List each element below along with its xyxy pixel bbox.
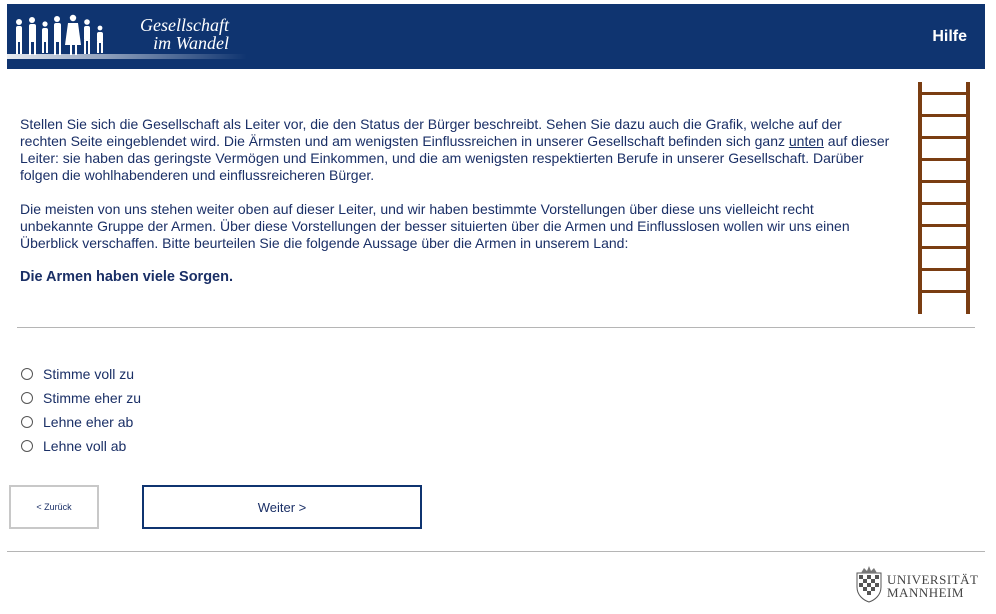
intro-paragraph-1: Stellen Sie sich die Gesellschaft als Le… [20,116,890,183]
header-bar: Gesellschaft im Wandel Hilfe [7,4,985,69]
intro-paragraph-2: Die meisten von uns stehen weiter oben a… [20,201,850,251]
option-stimme-eher-zu[interactable]: Stimme eher zu [21,386,141,410]
universitaet-mannheim-logo: UNIVERSITÄT MANNHEIM [853,565,987,605]
university-name: UNIVERSITÄT MANNHEIM [887,573,978,599]
gesellschaft-im-wandel-logo: Gesellschaft im Wandel [7,4,247,69]
option-stimme-voll-zu[interactable]: Stimme voll zu [21,362,141,386]
option-label: Stimme eher zu [43,390,142,406]
logo-line-1: Gesellschaft [140,15,229,35]
answer-options: Stimme voll zu Stimme eher zu Lehne eher… [21,362,141,458]
footer-divider [7,551,985,552]
option-lehne-eher-ab[interactable]: Lehne eher ab [21,410,141,434]
option-lehne-voll-ab[interactable]: Lehne voll ab [21,434,141,458]
option-label: Lehne eher ab [43,414,134,430]
radio-button[interactable] [21,368,33,380]
ladder-icon [918,82,970,314]
option-label: Lehne voll ab [43,438,127,454]
underlined-word: unten [788,133,824,149]
help-link[interactable]: Hilfe [932,28,967,46]
logo-line-2: im Wandel [153,33,229,53]
question-statement: Die Armen haben viele Sorgen. [20,269,233,285]
university-crest-icon [856,566,882,603]
radio-button[interactable] [21,416,33,428]
section-divider [17,327,975,328]
university-line-2: MANNHEIM [887,585,964,600]
radio-button[interactable] [21,392,33,404]
option-label: Stimme voll zu [43,366,135,382]
next-button[interactable]: Weiter > [142,485,422,529]
intro-text: Stellen Sie sich die Gesellschaft als Le… [20,116,890,303]
radio-button[interactable] [21,440,33,452]
logo-title: Gesellschaft im Wandel [117,16,229,52]
back-button[interactable]: < Zurück [9,485,99,529]
